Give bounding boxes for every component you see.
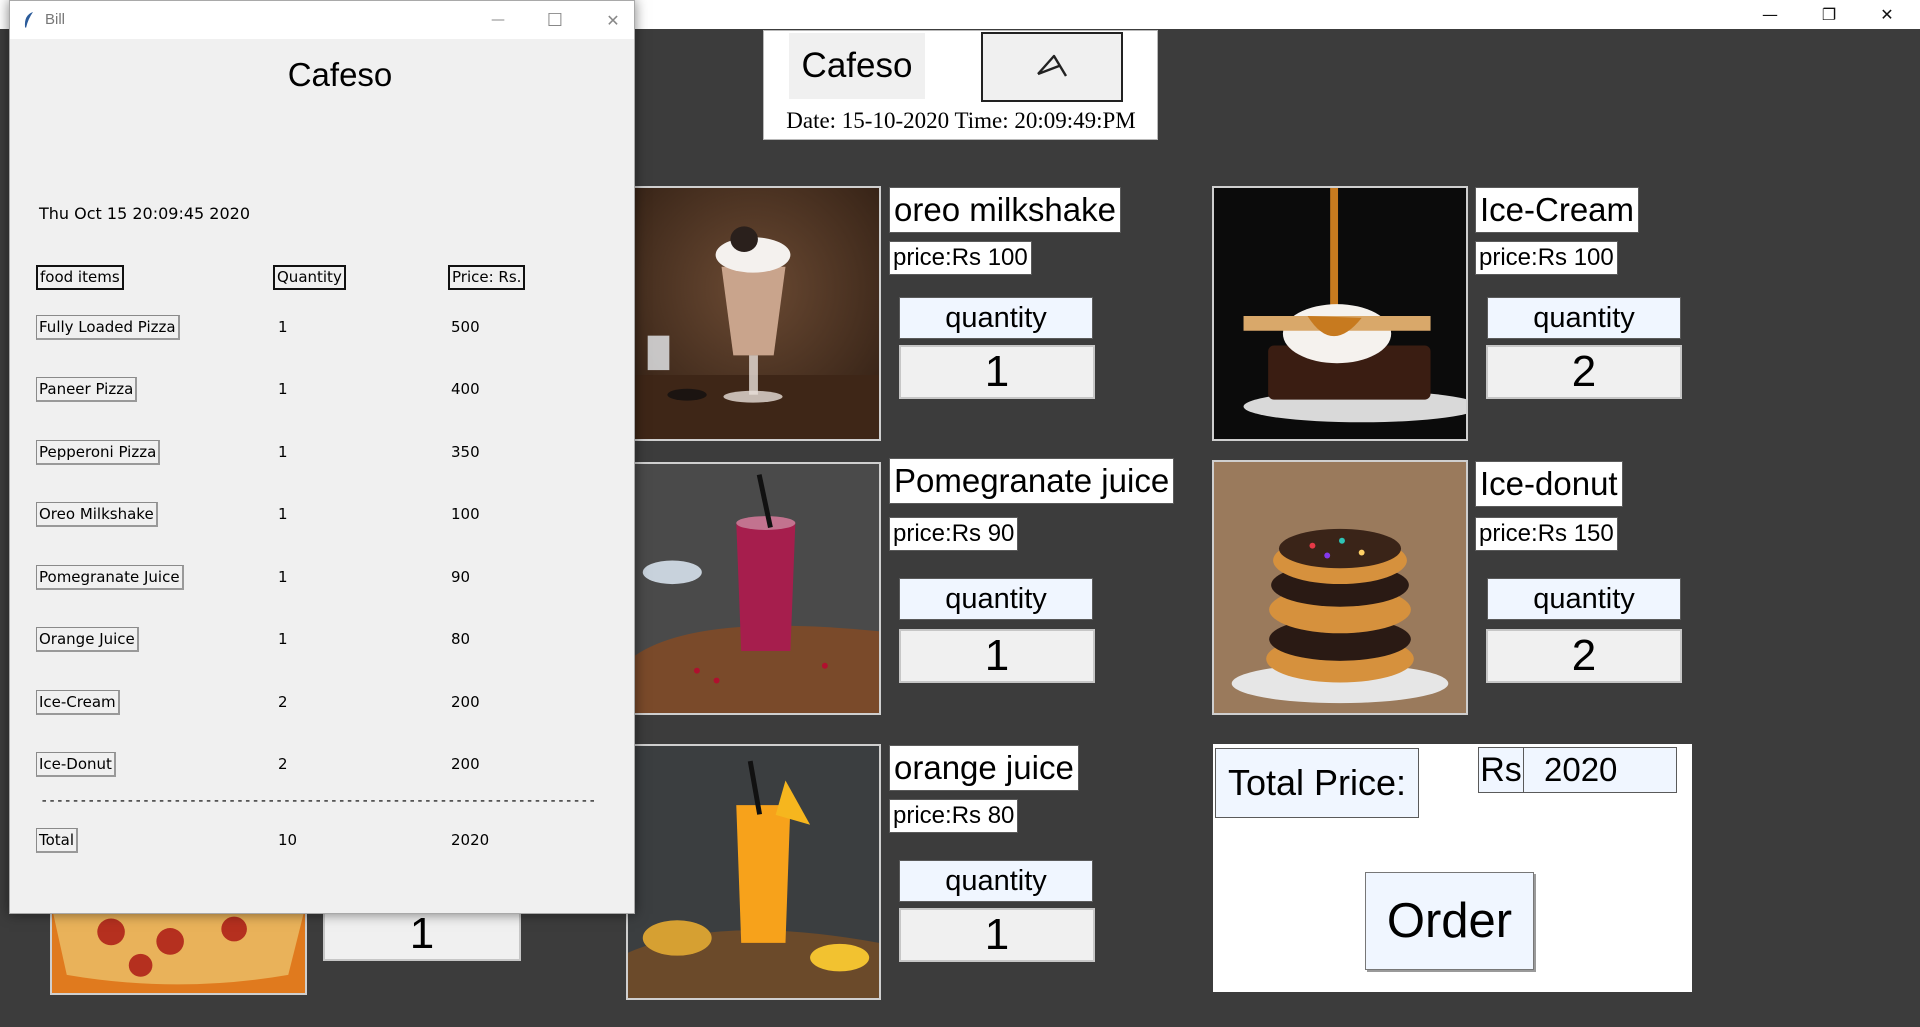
quantity-label-pomegranate-juice: quantity xyxy=(899,578,1093,620)
bill-row-price: 90 xyxy=(451,568,471,586)
total-currency-label: Rs xyxy=(1478,747,1524,793)
order-button[interactable]: Order xyxy=(1365,872,1534,970)
product-name-ice-donut: Ice-donut xyxy=(1475,461,1623,507)
oreo-milkshake-photo xyxy=(626,186,881,441)
bill-header-price: Price: Rs. xyxy=(448,265,526,290)
bill-row-item: Ice-Donut xyxy=(36,752,116,777)
bill-row-quantity: 1 xyxy=(278,568,288,586)
bill-row-quantity: 2 xyxy=(278,755,288,773)
quantity-label-orange-juice: quantity xyxy=(899,860,1093,902)
bill-row-price: 200 xyxy=(451,693,480,711)
quantity-field-orange-juice[interactable]: 1 xyxy=(899,908,1095,962)
bill-row-item: Pomegranate Juice xyxy=(36,565,184,590)
bill-cafe-name: Cafeso xyxy=(287,56,393,93)
product-price-oreo-milkshake: price:Rs 100 xyxy=(889,241,1032,275)
bill-divider: ----------------------------------------… xyxy=(40,793,596,809)
quantity-field-pomegranate-juice[interactable]: 1 xyxy=(899,629,1095,683)
bill-row-price: 400 xyxy=(451,380,480,398)
total-price-value: 2020 xyxy=(1523,747,1677,793)
bill-header-quantity: Quantity xyxy=(273,265,346,290)
bill-header-food-items: food items xyxy=(36,265,124,290)
bill-row-price: 350 xyxy=(451,443,480,461)
bill-total-label: Total xyxy=(36,828,79,853)
bill-row-item: Oreo Milkshake xyxy=(36,502,158,527)
product-price-ice-cream: price:Rs 100 xyxy=(1475,241,1618,275)
bill-window-title: Bill xyxy=(45,11,66,28)
bill-row-item: Paneer Pizza xyxy=(36,377,138,402)
main-close-button[interactable]: ✕ xyxy=(1864,0,1910,29)
bill-row-item: Pepperoni Pizza xyxy=(36,440,161,465)
bill-row-quantity: 1 xyxy=(278,318,288,336)
bill-minimize-button[interactable]: — xyxy=(475,1,521,39)
bill-total-price: 2020 xyxy=(451,831,490,849)
datetime-display: Date: 15-10-2020 Time: 20:09:49:PM xyxy=(786,108,1136,133)
quantity-label-ice-donut: quantity xyxy=(1487,578,1681,620)
product-name-pomegranate-juice: Pomegranate juice xyxy=(889,458,1175,504)
bill-row-item: Fully Loaded Pizza xyxy=(36,315,180,340)
bill-row-price: 100 xyxy=(451,505,480,523)
pomegranate-juice-photo xyxy=(626,462,881,715)
product-price-pomegranate-juice: price:Rs 90 xyxy=(889,517,1019,551)
bill-row-quantity: 1 xyxy=(278,630,288,648)
total-price-label: Total Price: xyxy=(1215,748,1419,818)
pizza-photo xyxy=(50,906,307,995)
product-name-orange-juice: orange juice xyxy=(889,745,1079,791)
bill-maximize-button[interactable]: ☐ xyxy=(532,1,578,39)
bill-row-quantity: 1 xyxy=(278,505,288,523)
logo-button[interactable] xyxy=(981,32,1123,102)
bill-window: Bill — ☐ ✕ Cafeso Thu Oct 15 20:09:45 20… xyxy=(9,0,635,914)
quantity-label-oreo-milkshake: quantity xyxy=(899,297,1093,339)
quantity-field-ice-donut[interactable]: 2 xyxy=(1486,629,1682,683)
bill-row-item: Orange Juice xyxy=(36,627,139,652)
arrow-logo-icon xyxy=(1037,54,1068,77)
ice-cream-photo xyxy=(1212,186,1468,441)
bill-titlebar: Bill — ☐ ✕ xyxy=(10,1,634,39)
bill-datetime: Thu Oct 15 20:09:45 2020 xyxy=(39,204,250,223)
orange-juice-photo xyxy=(626,744,881,1000)
product-name-ice-cream: Ice-Cream xyxy=(1475,187,1640,233)
bill-row-price: 80 xyxy=(451,630,471,648)
product-price-ice-donut: price:Rs 150 xyxy=(1475,517,1618,551)
main-minimize-button[interactable]: — xyxy=(1747,0,1793,29)
quantity-label-ice-cream: quantity xyxy=(1487,297,1681,339)
bill-close-button[interactable]: ✕ xyxy=(590,1,636,39)
quantity-field-oreo-milkshake[interactable]: 1 xyxy=(899,345,1095,399)
bill-row-price: 200 xyxy=(451,755,480,773)
quantity-field-ice-cream[interactable]: 2 xyxy=(1486,345,1682,399)
quantity-field-pizza[interactable]: 1 xyxy=(323,907,521,961)
bill-row-quantity: 1 xyxy=(278,443,288,461)
product-name-oreo-milkshake: oreo milkshake xyxy=(889,187,1121,233)
main-restore-button[interactable]: ❐ xyxy=(1806,0,1852,29)
bill-row-quantity: 2 xyxy=(278,693,288,711)
bill-row-price: 500 xyxy=(451,318,480,336)
bill-row-quantity: 1 xyxy=(278,380,288,398)
feather-icon xyxy=(24,12,33,28)
bill-row-item: Ice-Cream xyxy=(36,690,120,715)
product-price-orange-juice: price:Rs 80 xyxy=(889,799,1019,833)
ice-donut-photo xyxy=(1212,460,1468,715)
bill-total-quantity: 10 xyxy=(278,831,298,849)
header-title: Cafeso xyxy=(789,33,925,99)
